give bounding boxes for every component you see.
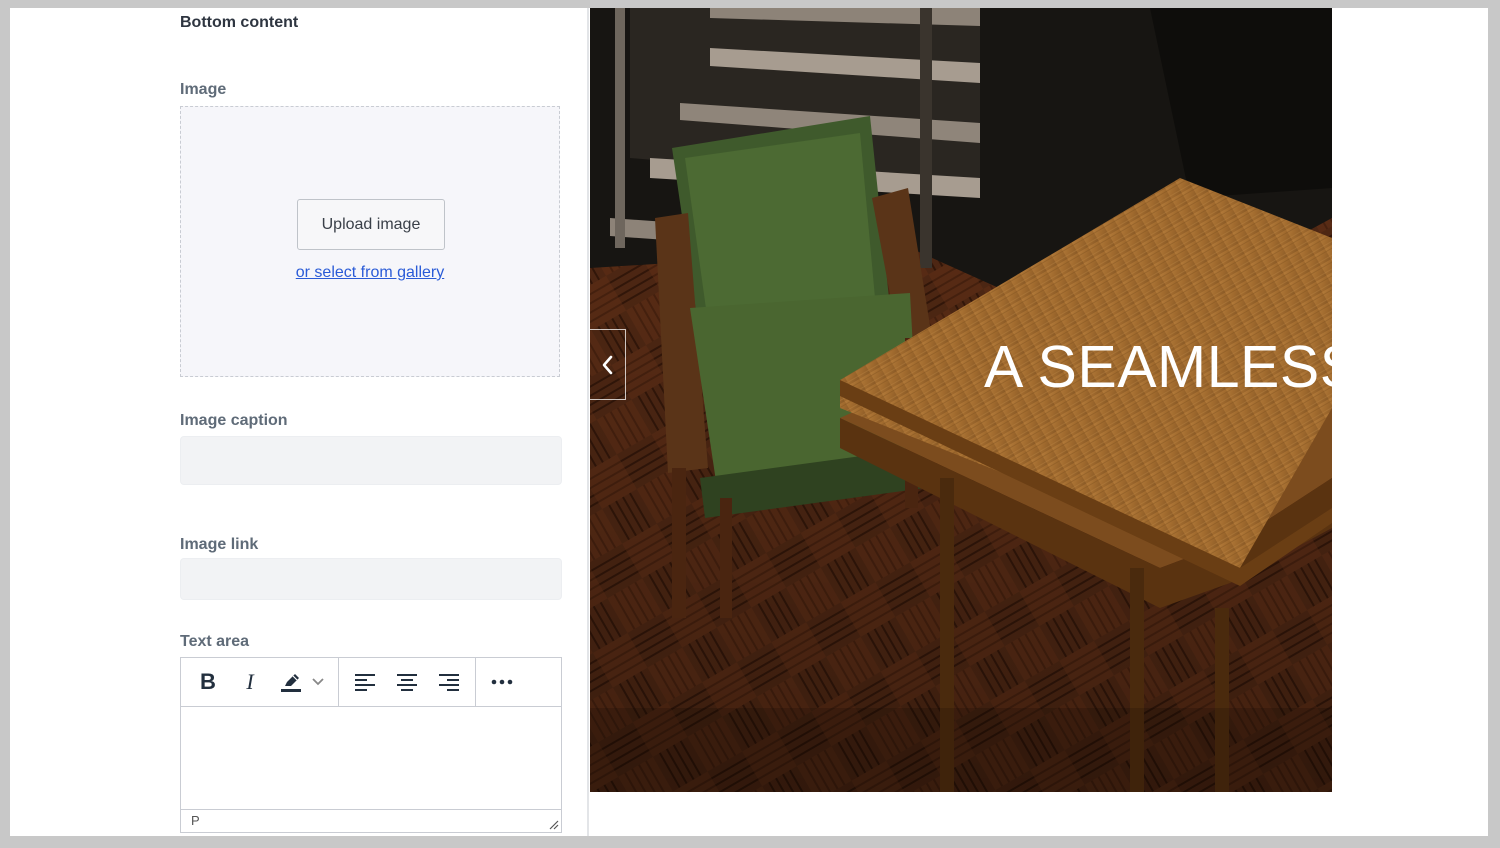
- align-right-button[interactable]: [434, 668, 464, 696]
- preview-pane: A SEAMLESS: [590, 8, 1332, 792]
- editor-content[interactable]: [181, 707, 561, 809]
- panel-divider: [587, 8, 589, 836]
- toolbar-divider: [475, 658, 476, 706]
- chevron-down-icon: [312, 678, 324, 686]
- section-title: Bottom content: [180, 14, 299, 31]
- image-link-input[interactable]: [180, 558, 562, 600]
- align-left-icon: [355, 674, 375, 691]
- toolbar-divider: [338, 658, 339, 706]
- rich-text-editor: B I P: [180, 657, 562, 833]
- image-dropzone[interactable]: Upload image or select from gallery: [180, 106, 560, 377]
- select-from-gallery-link[interactable]: or select from gallery: [181, 264, 559, 282]
- resize-handle-icon[interactable]: [547, 818, 559, 830]
- italic-button[interactable]: I: [235, 668, 265, 696]
- text-area-label: Text area: [180, 633, 250, 650]
- align-center-icon: [397, 674, 417, 691]
- align-right-icon: [439, 674, 459, 691]
- hero-heading: A SEAMLESS: [984, 334, 1332, 400]
- slider-prev-button[interactable]: [590, 329, 626, 400]
- more-options-icon: [491, 679, 513, 685]
- editor-panel: Bottom content Image Upload image or sel…: [180, 8, 580, 836]
- editor-toolbar: B I: [181, 658, 561, 707]
- italic-label: I: [246, 669, 254, 694]
- app-frame: Bottom content Image Upload image or sel…: [10, 8, 1488, 836]
- chevron-left-icon: [602, 355, 612, 374]
- image-link-label: Image link: [180, 536, 259, 553]
- image-caption-label: Image caption: [180, 412, 288, 429]
- highlight-color-icon: [281, 674, 301, 692]
- highlight-color-dropdown[interactable]: [308, 668, 328, 696]
- image-caption-input[interactable]: [180, 436, 562, 485]
- upload-image-button[interactable]: Upload image: [297, 199, 445, 250]
- highlight-color-button[interactable]: [276, 668, 306, 696]
- bold-button[interactable]: B: [193, 668, 223, 696]
- image-label: Image: [180, 81, 227, 98]
- bold-label: B: [200, 669, 216, 694]
- more-options-button[interactable]: [487, 668, 517, 696]
- align-left-button[interactable]: [350, 668, 380, 696]
- editor-statusbar: P: [181, 809, 561, 832]
- align-center-button[interactable]: [392, 668, 422, 696]
- element-path[interactable]: P: [191, 813, 200, 828]
